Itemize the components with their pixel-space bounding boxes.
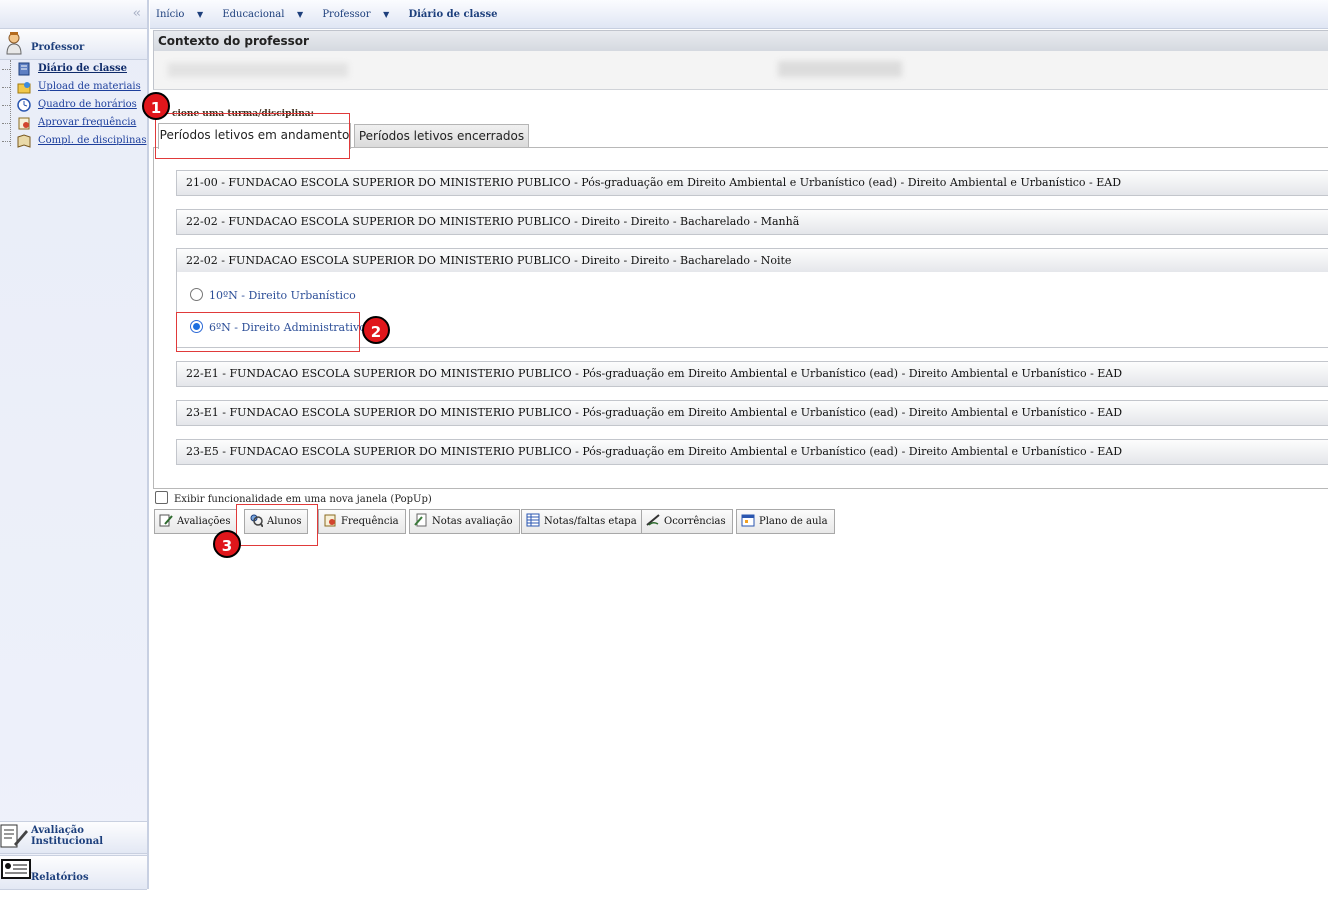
annotation-box-alunos <box>236 504 318 546</box>
grades-table-icon <box>526 513 540 527</box>
annotation-box-tab <box>155 113 350 159</box>
radio-button[interactable] <box>190 288 203 301</box>
annotation-badge: 3 <box>213 530 241 558</box>
notebook-icon <box>18 62 30 76</box>
breadcrumb-item[interactable]: Professor ▼ <box>322 9 397 20</box>
caret-down-icon[interactable]: ▼ <box>194 10 203 19</box>
frequency-icon <box>324 514 336 527</box>
sidebar-section-relatorios[interactable]: Relatórios <box>0 855 147 890</box>
sidebar-item-aprovar-frequencia[interactable]: Aprovar frequência <box>2 114 148 132</box>
grades-icon <box>414 513 427 527</box>
popup-option[interactable]: Exibir funcionalidade em uma nova janela… <box>155 491 432 505</box>
reports-icon <box>1 859 31 879</box>
double-chevron-left-icon[interactable]: ‹‹ <box>133 6 142 21</box>
annotation-badge: 2 <box>362 316 390 344</box>
notas-faltas-etapa-button[interactable]: Notas/faltas etapa <box>521 509 644 534</box>
sidebar-section-title: Relatórios <box>31 872 89 883</box>
course-group-header[interactable]: 22-02 - FUNDACAO ESCOLA SUPERIOR DO MINI… <box>176 248 1328 274</box>
context-title: Contexto do professor <box>158 34 309 48</box>
sidebar-item-quadro-de-horarios[interactable]: Quadro de horários <box>2 96 148 114</box>
evaluations-icon <box>159 514 173 527</box>
collapse-sidebar-button[interactable]: ‹‹ <box>0 0 147 29</box>
sidebar-item-label[interactable]: Diário de classe <box>38 63 127 74</box>
course-group-header[interactable]: 23-E5 - FUNDACAO ESCOLA SUPERIOR DO MINI… <box>176 439 1328 465</box>
plano-de-aula-button[interactable]: Plano de aula <box>736 509 835 534</box>
notas-avaliacao-button[interactable]: Notas avaliação <box>409 509 520 534</box>
sidebar-item-diario-de-classe[interactable]: Diário de classe <box>2 60 148 78</box>
breadcrumb-item[interactable]: Educacional ▼ <box>222 9 311 20</box>
breadcrumb-current: Diário de classe <box>408 9 498 20</box>
annotation-box-class <box>176 312 360 352</box>
sidebar-item-label[interactable]: Quadro de horários <box>38 99 137 110</box>
redacted-teacher-id <box>778 61 902 77</box>
course-group-header[interactable]: 22-02 - FUNDACAO ESCOLA SUPERIOR DO MINI… <box>176 209 1328 235</box>
popup-checkbox[interactable] <box>155 491 168 504</box>
topbar: Início ▼ Educacional ▼ Professor ▼ Diári… <box>150 0 1328 29</box>
sidebar-section-professor[interactable]: Professor <box>0 28 147 60</box>
occurrences-icon <box>646 514 660 526</box>
attendance-icon <box>18 117 30 130</box>
sidebar-menu: Diário de classe Upload de materiais Qua… <box>2 60 148 150</box>
context-header: Contexto do professor <box>153 30 1328 52</box>
ocorrencias-button[interactable]: Ocorrências <box>641 509 733 534</box>
course-group-header[interactable]: 21-00 - FUNDACAO ESCOLA SUPERIOR DO MINI… <box>176 170 1328 196</box>
context-body <box>153 51 1328 90</box>
breadcrumb-item[interactable]: Início ▼ <box>156 9 211 20</box>
clock-icon <box>17 98 31 112</box>
caret-down-icon[interactable]: ▼ <box>381 10 389 19</box>
lesson-plan-icon <box>741 514 755 527</box>
sidebar-item-compl-de-disciplinas[interactable]: Compl. de disciplinas <box>2 132 148 150</box>
sidebar: ‹‹ Professor Diário de classe Upload de … <box>0 0 149 890</box>
breadcrumb: Início ▼ Educacional ▼ Professor ▼ Diári… <box>156 9 505 20</box>
sidebar-section-title: Avaliação Institucional <box>31 825 103 847</box>
annotation-badge: 1 <box>142 92 170 120</box>
sidebar-item-upload-de-materiais[interactable]: Upload de materiais <box>2 78 148 96</box>
sidebar-item-label[interactable]: Upload de materiais <box>38 81 141 92</box>
class-option[interactable]: 10ºN - Direito Urbanístico <box>190 288 356 302</box>
sidebar-item-label[interactable]: Compl. de disciplinas <box>38 135 146 146</box>
frequencia-button[interactable]: Frequência <box>318 509 406 534</box>
caret-down-icon[interactable]: ▼ <box>294 10 303 19</box>
sidebar-item-label[interactable]: Aprovar frequência <box>38 117 136 128</box>
evaluation-icon <box>0 824 28 848</box>
teacher-icon <box>6 32 22 55</box>
course-group-header[interactable]: 23-E1 - FUNDACAO ESCOLA SUPERIOR DO MINI… <box>176 400 1328 426</box>
book-icon <box>17 134 31 148</box>
course-group-header[interactable]: 22-E1 - FUNDACAO ESCOLA SUPERIOR DO MINI… <box>176 361 1328 387</box>
tab-periodos-encerrados[interactable]: Períodos letivos encerrados <box>354 124 529 149</box>
redacted-teacher-name <box>168 63 348 77</box>
folder-upload-icon <box>17 82 31 94</box>
sidebar-section-avaliacao-institucional[interactable]: Avaliação Institucional <box>0 821 147 854</box>
sidebar-section-title: Professor <box>31 42 85 53</box>
